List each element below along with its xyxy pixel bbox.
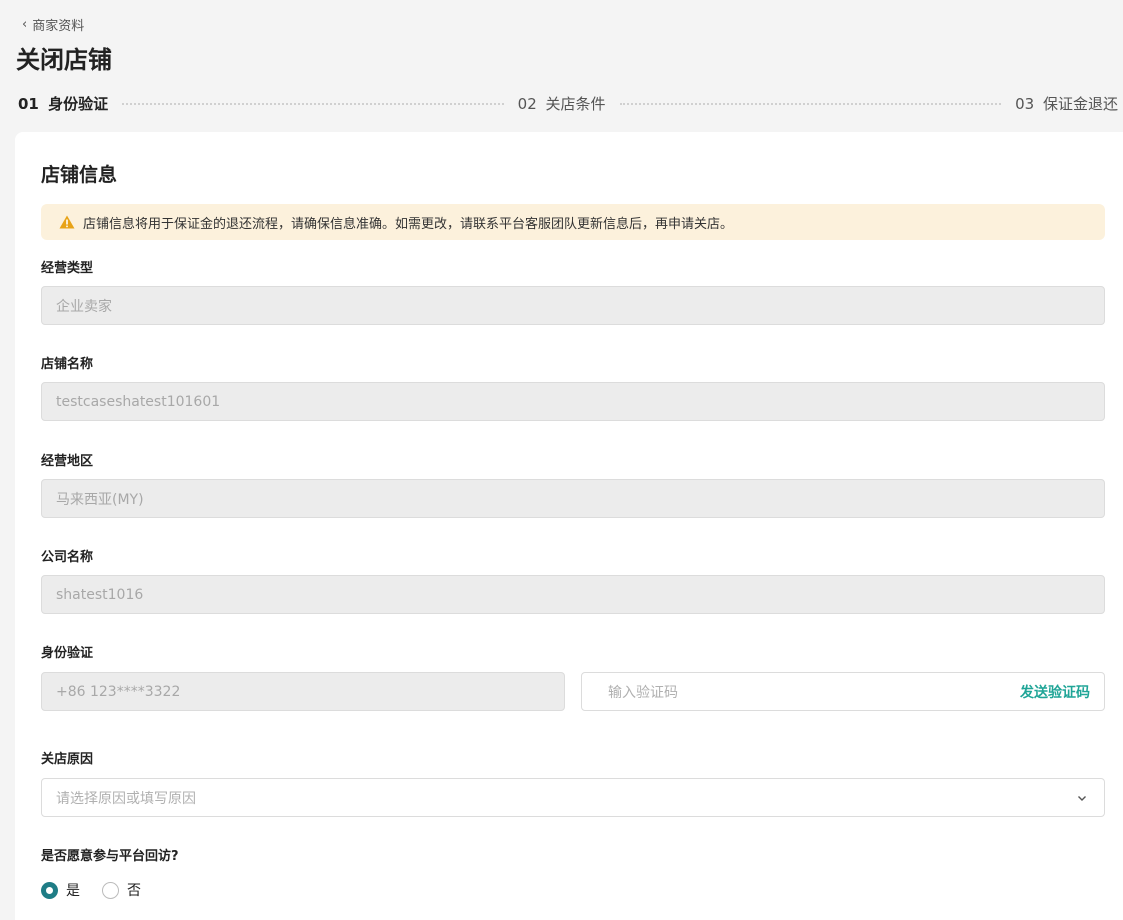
page-title: 关闭店铺 (16, 46, 112, 74)
notice-banner: 店铺信息将用于保证金的退还流程，请确保信息准确。如需更改，请联系平台客服团队更新… (41, 204, 1105, 240)
notice-text: 店铺信息将用于保证金的退还流程，请确保信息准确。如需更改，请联系平台客服团队更新… (83, 216, 734, 232)
radio-unchecked-icon[interactable] (102, 881, 119, 899)
phone-value: +86 123****3322 (56, 683, 181, 700)
business-type-label: 经营类型 (41, 261, 94, 276)
step-2: 02 关店条件 (518, 93, 606, 114)
company-name-value: shatest1016 (56, 586, 144, 603)
card-title: 店铺信息 (41, 164, 118, 186)
region-label: 经营地区 (41, 454, 94, 469)
company-name-label: 公司名称 (41, 550, 94, 565)
step-label: 关店条件 (545, 94, 606, 113)
warning-icon (59, 215, 75, 229)
business-type-value: 企业卖家 (56, 298, 112, 315)
page: ‹ 商家资料 关闭店铺 01 身份验证 02 关店条件 03 保证金退还 店铺信… (0, 0, 1123, 920)
region-field: 马来西亚(MY) (41, 479, 1105, 518)
radio-label-no: 否 (127, 883, 141, 899)
radio-label-yes: 是 (66, 883, 80, 899)
step-number: 02 (517, 94, 537, 113)
step-1: 01 身份验证 (18, 93, 108, 114)
region-value: 马来西亚(MY) (56, 491, 144, 508)
business-type-field: 企业卖家 (41, 286, 1105, 325)
chevron-left-icon: ‹ (22, 17, 28, 32)
verification-code-input[interactable]: 输入验证码 发送验证码 (581, 672, 1105, 711)
back-link[interactable]: ‹ 商家资料 (22, 15, 84, 34)
step-label: 保证金退还 (1042, 94, 1118, 113)
identity-label: 身份验证 (41, 646, 94, 661)
back-link-label: 商家资料 (32, 19, 85, 34)
step-3: 03 保证金退还 (1015, 93, 1118, 114)
stepper: 01 身份验证 02 关店条件 03 保证金退还 (18, 91, 1118, 115)
close-reason-select[interactable]: 请选择原因或填写原因 (41, 778, 1105, 817)
radio-checked-icon[interactable] (41, 881, 58, 899)
step-divider (619, 103, 1002, 105)
step-divider (122, 103, 504, 105)
radio-option-yes[interactable]: 是 (41, 880, 80, 900)
step-number: 01 (18, 94, 39, 113)
verification-code-placeholder: 输入验证码 (608, 684, 678, 701)
revisit-radio-group: 是 否 (41, 880, 163, 900)
shop-info-card: 店铺信息 店铺信息将用于保证金的退还流程，请确保信息准确。如需更改，请联系平台客… (15, 132, 1123, 920)
send-code-button[interactable]: 发送验证码 (1020, 682, 1090, 702)
shop-name-field: testcaseshatest101601 (41, 382, 1105, 421)
shop-name-value: testcaseshatest101601 (56, 393, 221, 410)
shop-name-label: 店铺名称 (41, 357, 94, 372)
radio-option-no[interactable]: 否 (102, 880, 141, 900)
chevron-down-icon (1076, 792, 1088, 804)
step-number: 03 (1015, 94, 1035, 113)
revisit-label: 是否愿意参与平台回访? (41, 849, 179, 864)
company-name-field: shatest1016 (41, 575, 1105, 614)
phone-field: +86 123****3322 (41, 672, 565, 711)
step-label: 身份验证 (48, 94, 109, 113)
close-reason-placeholder: 请选择原因或填写原因 (56, 790, 196, 807)
close-reason-label: 关店原因 (41, 752, 94, 767)
